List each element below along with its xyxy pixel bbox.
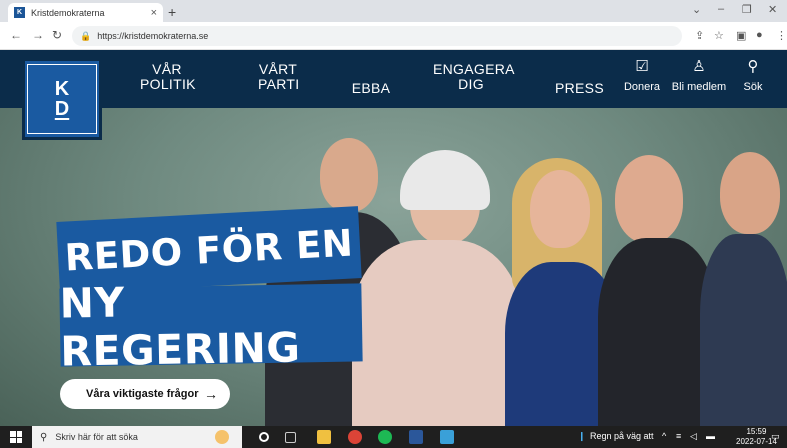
file-explorer-icon[interactable] xyxy=(317,430,331,444)
nav-press[interactable]: PRESS xyxy=(555,80,604,96)
user-add-icon: ♙ xyxy=(692,58,706,75)
weather-widget-icon[interactable] xyxy=(215,430,229,444)
nav-var-politik[interactable]: VÅR POLITIK xyxy=(140,61,196,92)
donate-button[interactable]: ☑ Donera xyxy=(620,58,664,93)
nav-label-line1: VÅR xyxy=(152,61,182,77)
spotify-icon[interactable] xyxy=(378,430,392,444)
windows-taskbar: ⚲ Skriv här för att söka ❙ Regn på väg a… xyxy=(0,426,787,448)
nav-ebba[interactable]: EBBA xyxy=(351,81,391,96)
nav-label: PRESS xyxy=(555,80,604,96)
nav-engagera-dig[interactable]: ENGAGERA DIG xyxy=(433,62,514,92)
logo-mark: K D xyxy=(27,64,97,134)
share-icon[interactable]: ⇪ xyxy=(695,29,704,42)
windows-start-icon[interactable] xyxy=(10,431,22,443)
search-icon: ⚲ xyxy=(40,431,48,443)
site-search-button[interactable]: ⚲ Sök xyxy=(738,58,768,93)
browser-tab-bar: K Kristdemokraterna × + ⌄ – ❐ ✕ xyxy=(0,0,787,22)
headline-line2: NY REGERING xyxy=(59,279,363,376)
rain-weather-icon: ❙ xyxy=(578,431,586,441)
browser-tab[interactable]: K Kristdemokraterna × xyxy=(8,3,163,22)
reload-icon[interactable]: ↻ xyxy=(52,28,62,42)
task-view-icon[interactable] xyxy=(285,432,296,443)
search-icon: ⚲ xyxy=(747,58,759,75)
maximize-button[interactable]: ❐ xyxy=(742,3,752,16)
site-navigation: VÅR POLITIK VÅRT PARTI EBBA ENGAGERA DIG… xyxy=(0,50,787,108)
minimize-button[interactable]: – xyxy=(718,3,724,15)
tab-close-icon[interactable]: × xyxy=(151,7,157,19)
nav-label: EBBA xyxy=(351,80,391,96)
close-window-button[interactable]: ✕ xyxy=(768,3,777,16)
network-icon[interactable]: ≡ xyxy=(676,431,681,441)
tab-search-icon[interactable]: ⌄ xyxy=(692,3,701,16)
hero-section: VÅR POLITIK VÅRT PARTI EBBA ENGAGERA DIG… xyxy=(0,50,787,426)
tab-title: Kristdemokraterna xyxy=(31,7,105,18)
search-label: Sök xyxy=(743,81,763,93)
nav-label-line2: DIG xyxy=(458,76,484,92)
cortana-icon[interactable] xyxy=(259,432,269,442)
taskbar-search-input[interactable]: ⚲ Skriv här för att söka xyxy=(32,426,242,448)
nav-label-line1: VÅRT xyxy=(258,61,298,77)
cta-important-issues-button[interactable]: Våra viktigaste frågor → xyxy=(60,379,230,409)
address-bar: ← → ↻ 🔒 https://kristdemokraterna.se ⇪ ☆… xyxy=(0,22,787,50)
nav-vart-parti[interactable]: VÅRT PARTI xyxy=(258,61,300,92)
notifications-icon[interactable]: ▭ xyxy=(771,431,780,442)
weather-text[interactable]: Regn på väg att xyxy=(590,431,654,441)
photos-icon[interactable] xyxy=(440,430,454,444)
battery-icon[interactable]: ▬ xyxy=(706,431,715,441)
profile-avatar-icon[interactable]: ● xyxy=(756,29,763,41)
taskbar-search-placeholder: Skriv här för att söka xyxy=(55,432,138,442)
become-member-button[interactable]: ♙ Bli medlem xyxy=(668,58,730,93)
donate-icon: ☑ xyxy=(635,58,649,75)
arrow-right-icon: → xyxy=(204,386,218,402)
url-text: https://kristdemokraterna.se xyxy=(97,31,209,41)
back-arrow-icon[interactable]: ← xyxy=(10,28,22,42)
url-input[interactable]: 🔒 https://kristdemokraterna.se xyxy=(72,26,682,46)
bookmark-star-icon[interactable]: ☆ xyxy=(714,29,724,42)
logo-letter-k: K xyxy=(54,78,70,100)
chrome-icon[interactable] xyxy=(348,430,362,444)
word-icon[interactable] xyxy=(409,430,423,444)
lock-icon: 🔒 xyxy=(80,30,92,41)
sidebar-icon[interactable]: ▣ xyxy=(736,29,746,42)
forward-arrow-icon[interactable]: → xyxy=(32,28,44,42)
menu-kebab-icon[interactable]: ⋮ xyxy=(776,29,787,42)
nav-label-line2: POLITIK xyxy=(140,76,196,92)
site-favicon-icon: K xyxy=(14,7,25,18)
kd-logo[interactable]: K D xyxy=(22,58,102,140)
new-tab-button[interactable]: + xyxy=(168,4,176,20)
tray-overflow-icon[interactable]: ^ xyxy=(662,431,666,441)
volume-icon[interactable]: ◁ xyxy=(690,431,697,442)
cta-label: Våra viktigaste frågor xyxy=(86,388,199,400)
become-member-label: Bli medlem xyxy=(671,81,727,93)
logo-letter-d: D xyxy=(54,98,70,120)
nav-label-line2: PARTI xyxy=(258,76,300,92)
nav-label-line1: ENGAGERA xyxy=(433,61,515,77)
donate-label: Donera xyxy=(623,81,661,93)
